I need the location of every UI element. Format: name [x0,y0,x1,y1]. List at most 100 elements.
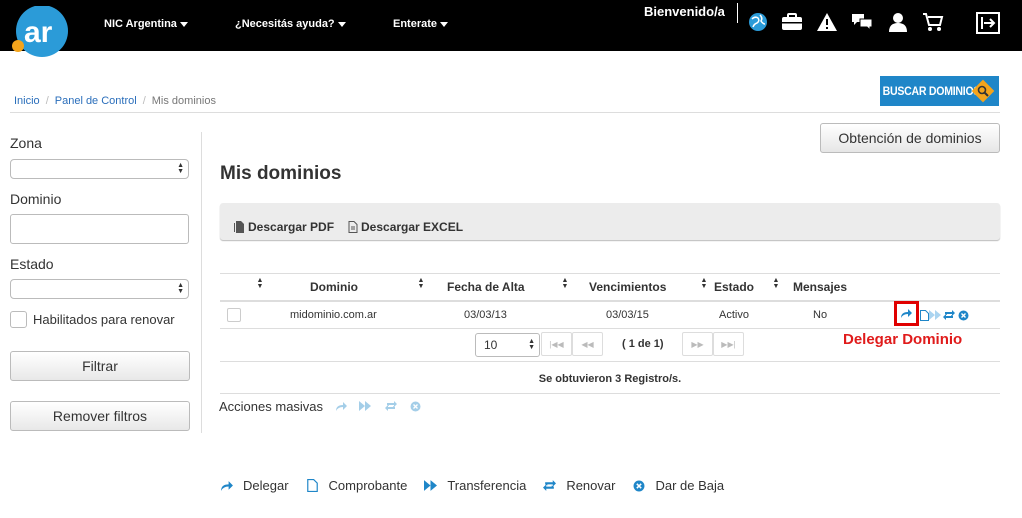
legend-item-delegar: Delegar [219,478,289,493]
nav-nic-argentina[interactable]: NIC Argentina [104,18,188,30]
welcome-text: Bienvenido/a [644,4,725,19]
legend-item-transferencia: Transferencia [423,478,526,493]
cell-mensajes: No [813,309,828,321]
row-checkbox[interactable] [227,308,241,322]
excel-file-icon [348,221,358,233]
nic-ar-logo[interactable]: ar [10,6,70,58]
sort-icon[interactable]: ▲ ▼ [772,277,780,290]
renew-icon[interactable] [384,399,398,413]
cell-vencimiento: 03/03/15 [606,309,649,321]
zona-label: Zona [10,135,42,151]
divider [737,3,738,23]
prev-page-button[interactable]: ◀◀ [572,332,603,356]
pagination-border [220,361,1000,362]
page-size-select[interactable]: 10 ▲ ▼ [475,333,540,357]
sort-icon[interactable]: ▲ ▼ [417,277,425,290]
logout-icon[interactable] [975,11,1001,35]
table-top-border [220,273,1000,274]
breadcrumb-separator: / [142,95,146,107]
descargar-excel-button[interactable]: Descargar EXCEL [348,220,463,234]
dominio-label: Dominio [10,191,62,207]
select-arrows-icon: ▲ ▼ [528,338,535,351]
export-toolbar: Descargar PDF Descargar EXCEL [220,203,1000,240]
cell-fecha-alta: 03/03/13 [464,309,507,321]
next-page-label: ▶▶ [691,339,704,349]
habilitados-label: Habilitados para renovar [33,312,175,327]
habilitados-checkbox-row: Habilitados para renovar [10,311,175,328]
dominio-input[interactable] [10,214,189,244]
nav-enterate[interactable]: Enterate [393,18,449,30]
legend-label: Comprobante [328,478,408,493]
remove-circle-icon[interactable] [957,309,969,321]
nav-label: ¿Necesitás ayuda? [235,18,335,30]
next-page-button[interactable]: ▶▶ [682,332,713,356]
fast-forward-icon [423,478,438,493]
filtrar-button[interactable]: Filtrar [10,351,190,381]
legend-item-renovar: Renovar [542,478,615,493]
chat-icon[interactable] [851,11,873,33]
search-icon [971,79,995,103]
user-icon[interactable] [887,11,909,33]
fast-forward-icon[interactable] [929,309,941,321]
nav-necesitas-ayuda[interactable]: ¿Necesitás ayuda? [235,18,346,30]
remover-filtros-label: Remover filtros [52,408,148,424]
cell-dominio: midominio.com.ar [290,309,377,321]
cell-estado: Activo [719,309,749,321]
delegar-dominio-annotation: Delegar Dominio [843,331,963,348]
acciones-masivas-label: Acciones masivas [219,399,324,414]
buscar-dominios-button[interactable]: BUSCAR DOMINIOS [880,76,999,106]
share-arrow-icon [219,478,234,493]
globe-icon[interactable] [747,11,769,33]
column-header-estado: Estado [714,280,755,294]
legend-item-comprobante: Comprobante [305,478,408,493]
filtrar-label: Filtrar [82,358,118,374]
caret-down-icon [337,21,346,27]
document-icon [305,478,320,493]
share-arrow-icon[interactable] [334,399,348,413]
cart-icon[interactable] [922,11,944,33]
sidebar-divider [201,132,202,433]
divider [10,112,1000,113]
column-header-fecha-alta: Fecha de Alta [447,280,525,294]
row-border [220,328,1000,329]
select-arrows-icon: ▲ ▼ [177,162,184,175]
fast-forward-icon[interactable] [358,399,372,413]
estado-select[interactable]: ▲ ▼ [10,279,189,299]
breadcrumb-separator: / [45,95,49,107]
nav-label: Enterate [393,18,438,30]
page-title: Mis dominios [220,163,342,184]
briefcase-icon[interactable] [781,11,803,33]
first-page-button[interactable]: |◀◀ [541,332,572,356]
actions-legend: Delegar Comprobante Transferencia Renova… [219,478,740,493]
sort-icon[interactable]: ▲ ▼ [256,277,264,290]
descargar-pdf-label: Descargar PDF [248,220,335,234]
last-page-button[interactable]: ▶▶| [713,332,744,356]
column-header-mensajes: Mensajes [793,280,848,294]
breadcrumb-panel-de-control[interactable]: Panel de Control [55,95,137,107]
share-arrow-icon [901,309,912,318]
column-header-dominio: Dominio [310,280,358,294]
remove-circle-icon[interactable] [408,399,422,413]
page-info: ( 1 de 1) [622,338,664,350]
delegar-action-highlight[interactable] [894,301,919,326]
breadcrumb-inicio[interactable]: Inicio [14,95,40,107]
breadcrumb: Inicio / Panel de Control / Mis dominios [14,95,216,107]
obtencion-label: Obtención de dominios [838,130,982,146]
record-count: Se obtuvieron 3 Registro/s. [538,373,682,385]
remove-circle-icon [631,478,646,493]
sort-icon[interactable]: ▲ ▼ [700,277,708,290]
warning-icon[interactable] [816,11,838,33]
zona-select[interactable]: ▲ ▼ [10,159,189,179]
remover-filtros-button[interactable]: Remover filtros [10,401,190,431]
renew-icon[interactable] [943,309,955,321]
legend-label: Dar de Baja [655,478,725,493]
habilitados-checkbox[interactable] [10,311,27,328]
count-border [220,393,1000,394]
last-page-label: ▶▶| [721,339,736,349]
buscar-dominios-label: BUSCAR DOMINIOS [882,84,981,98]
legend-label: Delegar [243,478,289,493]
sort-icon[interactable]: ▲ ▼ [561,277,569,290]
obtencion-dominios-button[interactable]: Obtención de dominios [820,123,1000,153]
descargar-pdf-button[interactable]: Descargar PDF [234,220,334,234]
nav-label: NIC Argentina [104,18,177,30]
